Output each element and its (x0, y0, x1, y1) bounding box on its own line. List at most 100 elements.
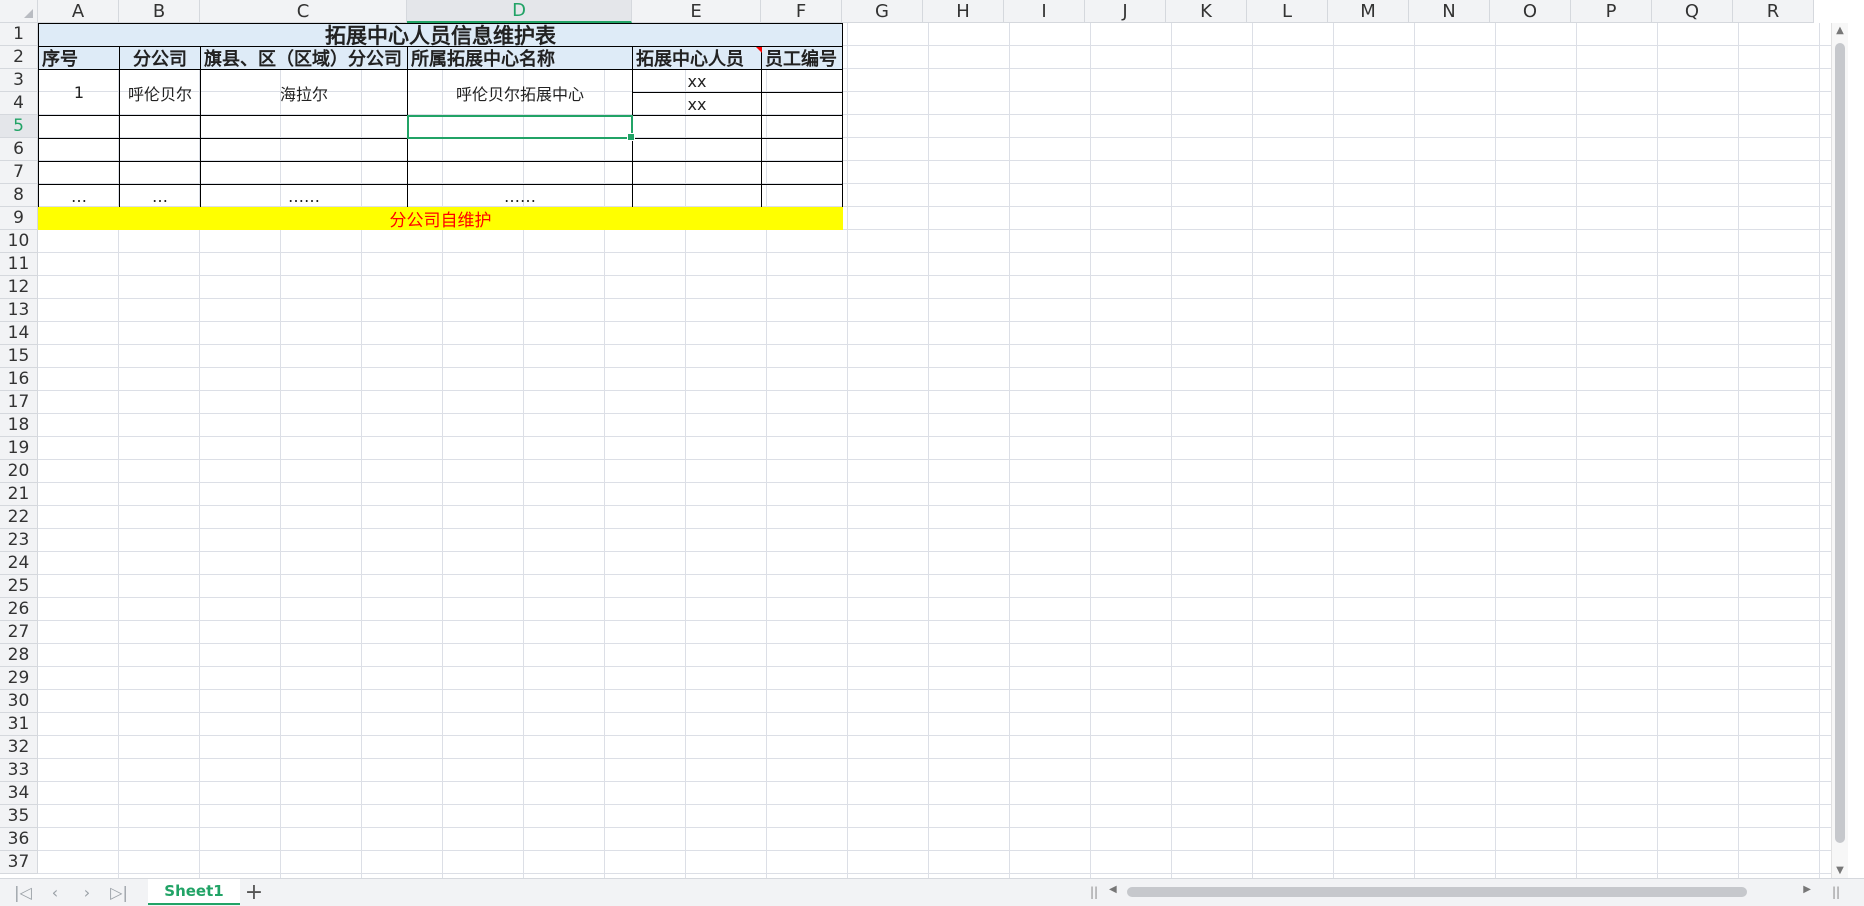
column-header-l[interactable]: L (1247, 0, 1328, 23)
row-header-6[interactable]: 6 (0, 138, 38, 161)
next-sheet-icon[interactable]: › (76, 881, 98, 903)
cell-seq[interactable]: 1 (38, 69, 120, 116)
column-header-m[interactable]: M (1328, 0, 1409, 23)
row-header-27[interactable]: 27 (0, 621, 38, 644)
row-header-21[interactable]: 21 (0, 483, 38, 506)
cell-staff[interactable]: xx (632, 69, 762, 93)
row-header-30[interactable]: 30 (0, 690, 38, 713)
scroll-left-icon[interactable]: ◀ (1109, 884, 1117, 895)
row-header-7[interactable]: 7 (0, 161, 38, 184)
row-header-8[interactable]: 8 (0, 184, 38, 207)
row-header-10[interactable]: 10 (0, 230, 38, 253)
empty-cell[interactable] (761, 138, 843, 162)
column-header-f[interactable]: F (761, 0, 842, 23)
empty-cell[interactable] (407, 161, 633, 185)
empty-cell[interactable] (632, 138, 762, 162)
column-header-a[interactable]: A (38, 0, 119, 23)
vertical-scroll-thumb[interactable] (1835, 43, 1845, 843)
row-header-2[interactable]: 2 (0, 46, 38, 69)
cell-grid[interactable]: 拓展中心人员信息维护表 序号 分公司 旗县、区（区域）分公司 所属拓展中心名称 … (38, 23, 1848, 878)
cell-seq[interactable]: … (38, 184, 120, 208)
column-header-c[interactable]: C (200, 0, 407, 23)
row-header-15[interactable]: 15 (0, 345, 38, 368)
empty-cell[interactable] (761, 115, 843, 139)
column-header-i[interactable]: I (1004, 0, 1085, 23)
row-header-19[interactable]: 19 (0, 437, 38, 460)
empty-cell[interactable] (200, 138, 408, 162)
split-handle-icon[interactable]: || (1090, 885, 1098, 899)
row-header-14[interactable]: 14 (0, 322, 38, 345)
row-header-1[interactable]: 1 (0, 23, 38, 46)
header-staff[interactable]: 拓展中心人员 (632, 46, 762, 70)
scroll-down-icon[interactable]: ▼ (1832, 865, 1848, 876)
empty-cell[interactable] (38, 161, 120, 185)
column-header-g[interactable]: G (842, 0, 923, 23)
row-header-37[interactable]: 37 (0, 851, 38, 874)
empty-cell[interactable] (119, 115, 201, 139)
empty-cell[interactable] (200, 161, 408, 185)
add-sheet-icon[interactable]: + (242, 880, 266, 905)
header-employee-number[interactable]: 员工编号 (761, 46, 843, 70)
column-header-q[interactable]: Q (1652, 0, 1733, 23)
scroll-right-icon[interactable]: ▶ (1803, 884, 1811, 895)
prev-sheet-icon[interactable]: ‹ (44, 881, 66, 903)
column-header-n[interactable]: N (1409, 0, 1490, 23)
row-header-9[interactable]: 9 (0, 207, 38, 230)
empty-cell[interactable] (407, 138, 633, 162)
comment-indicator[interactable] (756, 47, 762, 53)
row-header-11[interactable]: 11 (0, 253, 38, 276)
header-branch[interactable]: 分公司 (119, 46, 201, 70)
empty-cell[interactable] (38, 115, 120, 139)
empty-cell[interactable] (38, 138, 120, 162)
row-header-24[interactable]: 24 (0, 552, 38, 575)
cell-employee-number[interactable] (761, 69, 843, 93)
column-header-b[interactable]: B (119, 0, 200, 23)
cell-employee-number[interactable] (761, 92, 843, 116)
cell-employee-number[interactable] (761, 184, 843, 208)
first-sheet-icon[interactable]: |◁ (12, 881, 34, 903)
cell-center-name[interactable]: 呼伦贝尔拓展中心 (407, 69, 633, 116)
row-header-22[interactable]: 22 (0, 506, 38, 529)
row-header-4[interactable]: 4 (0, 92, 38, 115)
column-header-j[interactable]: J (1085, 0, 1166, 23)
column-header-r[interactable]: R (1733, 0, 1814, 23)
horizontal-scroll-thumb[interactable] (1127, 887, 1747, 897)
row-header-29[interactable]: 29 (0, 667, 38, 690)
row-header-17[interactable]: 17 (0, 391, 38, 414)
row-header-13[interactable]: 13 (0, 299, 38, 322)
maintenance-note[interactable]: 分公司自维护 (38, 207, 843, 230)
row-header-12[interactable]: 12 (0, 276, 38, 299)
empty-cell[interactable] (119, 138, 201, 162)
row-header-5[interactable]: 5 (0, 115, 38, 138)
row-header-31[interactable]: 31 (0, 713, 38, 736)
column-header-p[interactable]: P (1571, 0, 1652, 23)
row-header-3[interactable]: 3 (0, 69, 38, 92)
select-all-corner[interactable] (0, 0, 38, 23)
table-title[interactable]: 拓展中心人员信息维护表 (38, 23, 843, 47)
row-header-18[interactable]: 18 (0, 414, 38, 437)
row-header-34[interactable]: 34 (0, 782, 38, 805)
vertical-scrollbar[interactable]: ▲ ▼ (1831, 23, 1848, 878)
last-sheet-icon[interactable]: ▷| (108, 881, 130, 903)
cell-center-name[interactable]: …… (407, 184, 633, 208)
cell-staff[interactable] (632, 184, 762, 208)
row-header-28[interactable]: 28 (0, 644, 38, 667)
row-header-26[interactable]: 26 (0, 598, 38, 621)
empty-cell[interactable] (119, 161, 201, 185)
header-seq[interactable]: 序号 (38, 46, 120, 70)
empty-cell[interactable] (761, 161, 843, 185)
horizontal-scrollbar[interactable]: ◀ ▶ (1105, 884, 1815, 900)
cell-staff[interactable]: xx (632, 92, 762, 116)
column-header-h[interactable]: H (923, 0, 1004, 23)
column-header-o[interactable]: O (1490, 0, 1571, 23)
empty-cell[interactable] (632, 161, 762, 185)
row-header-25[interactable]: 25 (0, 575, 38, 598)
row-header-20[interactable]: 20 (0, 460, 38, 483)
cell-county[interactable]: 海拉尔 (200, 69, 408, 116)
column-header-k[interactable]: K (1166, 0, 1247, 23)
row-header-23[interactable]: 23 (0, 529, 38, 552)
row-header-32[interactable]: 32 (0, 736, 38, 759)
cell-county[interactable]: …… (200, 184, 408, 208)
header-center-name[interactable]: 所属拓展中心名称 (407, 46, 633, 70)
empty-cell[interactable] (200, 115, 408, 139)
